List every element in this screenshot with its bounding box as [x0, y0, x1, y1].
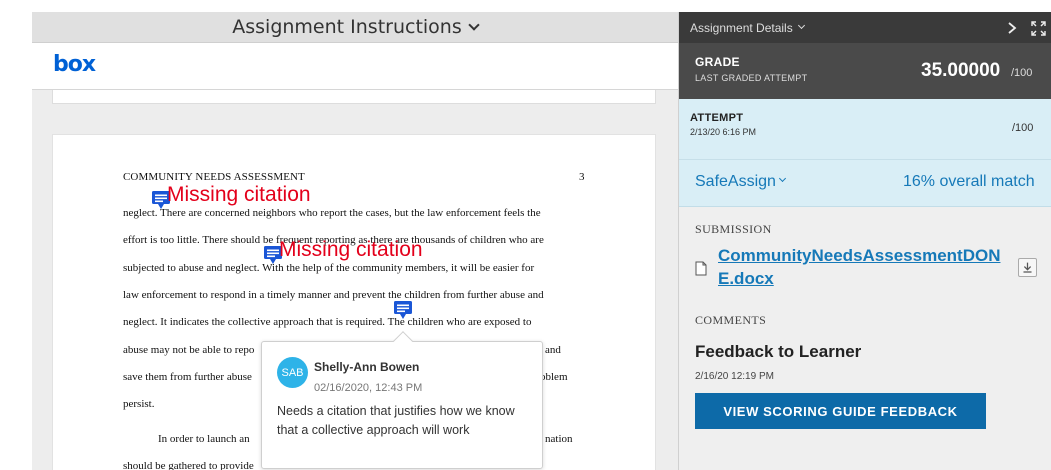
attempt-max: /100 — [1012, 122, 1034, 134]
doc-line: should be gathered to provide — [123, 460, 254, 470]
comment-annotation-icon[interactable] — [393, 300, 413, 320]
safeassign-dropdown[interactable]: SafeAssign — [695, 173, 786, 191]
details-panel: Assignment Details GRADE LAST GRADED ATT… — [678, 12, 1051, 470]
feedback-date: 2/16/20 12:19 PM — [695, 371, 774, 382]
document-icon — [695, 261, 707, 276]
annotation-label[interactable]: Missing citation — [279, 238, 423, 262]
grade-sublabel: LAST GRADED ATTEMPT — [695, 73, 808, 83]
doc-line-tail: and — [545, 344, 561, 356]
annotation-label[interactable]: Missing citation — [167, 183, 311, 207]
box-toolbar: box — [32, 43, 678, 90]
comments-section-label: COMMENTS — [695, 313, 767, 327]
doc-line: abuse may not be able to repo — [123, 344, 255, 356]
download-icon[interactable] — [1018, 258, 1037, 277]
submission-file-link[interactable]: CommunityNeedsAssessmentDONE.docx — [718, 244, 1008, 290]
view-scoring-guide-button[interactable]: VIEW SCORING GUIDE FEEDBACK — [695, 393, 986, 429]
doc-line: In order to launch an — [158, 433, 250, 445]
running-head: COMMUNITY NEEDS ASSESSMENT — [123, 171, 305, 183]
attempt-date: 2/13/20 6:16 PM — [690, 127, 757, 137]
doc-line-tail: nation — [545, 433, 573, 445]
chevron-down-icon — [778, 175, 786, 183]
doc-line: save them from further abuse — [123, 371, 252, 383]
instructions-title: Assignment Instructions — [232, 16, 462, 38]
instructions-header[interactable]: Assignment Instructions — [32, 12, 678, 43]
doc-line: neglect. It indicates the collective app… — [123, 316, 532, 328]
doc-line-tail: oblem — [540, 371, 568, 383]
previous-page-edge — [52, 90, 656, 104]
comment-author: Shelly-Ann Bowen — [314, 360, 420, 374]
chevron-right-icon[interactable] — [1006, 21, 1018, 35]
avatar: SAB — [277, 357, 308, 388]
comment-text: Needs a citation that justifies how we k… — [277, 404, 515, 437]
feedback-title: Feedback to Learner — [695, 342, 862, 361]
box-logo: box — [53, 52, 96, 77]
grade-value: 35.00000 — [921, 60, 1001, 81]
safeassign-match[interactable]: 16% overall match — [903, 173, 1035, 191]
doc-line: neglect. There are concerned neighbors w… — [123, 207, 541, 219]
doc-line: law enforcement to respond in a timely m… — [123, 289, 544, 301]
attempt-label: ATTEMPT — [690, 112, 744, 124]
safeassign-label: SafeAssign — [695, 173, 776, 190]
safeassign-row: SafeAssign 16% overall match — [679, 159, 1051, 207]
app-root: Assignment Instructions box COMMUNITY NE… — [0, 0, 1051, 470]
expand-icon[interactable] — [1031, 21, 1046, 36]
page-number: 3 — [579, 171, 585, 183]
grade-max: /100 — [1011, 67, 1033, 79]
details-title: Assignment Details — [690, 20, 793, 35]
chevron-down-icon[interactable] — [797, 21, 805, 30]
comment-popup: SAB Shelly-Ann Bowen 02/16/2020, 12:43 P… — [261, 331, 543, 469]
grade-label: GRADE — [695, 55, 740, 69]
instructions-panel: Assignment Instructions box COMMUNITY NE… — [32, 12, 678, 470]
details-header[interactable]: Assignment Details — [679, 12, 1051, 43]
doc-line: subjected to abuse and neglect. With the… — [123, 262, 535, 274]
doc-line: persist. — [123, 398, 155, 410]
grade-summary: GRADE LAST GRADED ATTEMPT 35.00000 /100 — [679, 43, 1051, 99]
chevron-down-icon[interactable] — [468, 18, 480, 31]
comment-timestamp: 02/16/2020, 12:43 PM — [314, 382, 423, 394]
attempt-card[interactable]: ATTEMPT 2/13/20 6:16 PM /100 SafeAssign … — [679, 99, 1051, 207]
submission-section-label: SUBMISSION — [695, 222, 772, 236]
